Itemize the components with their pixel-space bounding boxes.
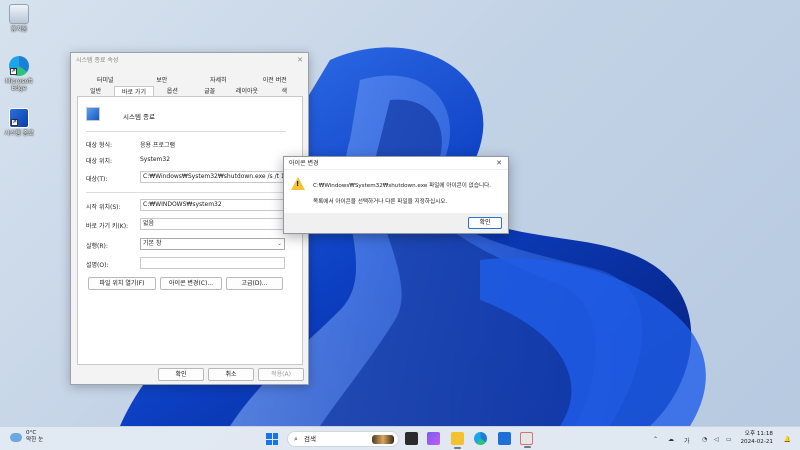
file-explorer-icon[interactable]	[451, 432, 464, 449]
dialog-ok-button[interactable]: 확인	[468, 217, 502, 229]
shortcut-arrow-icon: ↗	[10, 68, 17, 75]
dialog-message: C:₩Windows₩System32₩shutdown.exe 파일에 아이콘…	[313, 183, 492, 189]
chevron-down-icon: ⌄	[276, 240, 282, 247]
desktop-icon-recycle-bin[interactable]: 휴지통	[2, 4, 36, 33]
battery-icon[interactable]: ▭	[726, 436, 732, 443]
shortcut-key-field[interactable]: 없음	[140, 218, 285, 230]
paint-icon[interactable]	[520, 432, 533, 448]
warning-icon: !	[291, 177, 305, 190]
shortcut-key-label: 바로 가기 키(K):	[86, 223, 129, 230]
shortcut-icon: ↗	[9, 108, 29, 128]
divider	[86, 192, 286, 193]
edge-icon[interactable]	[474, 432, 487, 445]
tab-details[interactable]: 자세히	[190, 75, 247, 86]
clock-date: 2024-02-21	[740, 439, 773, 445]
run-select[interactable]: 기본 창 ⌄	[140, 238, 285, 250]
desktop-icon-label: Microsoft Edge	[5, 78, 33, 92]
close-icon[interactable]: ✕	[496, 157, 502, 170]
chevron-up-icon[interactable]: ⌃	[653, 436, 658, 443]
run-select-value: 기본 창	[143, 240, 162, 247]
onedrive-icon[interactable]: ☁	[668, 436, 674, 443]
advanced-button[interactable]: 고급(D)...	[226, 277, 283, 290]
tab-font[interactable]: 글꼴	[191, 86, 228, 96]
dialog-titlebar: 아이콘 변경 ✕	[284, 157, 508, 170]
target-type-label: 대상 형식:	[86, 142, 113, 149]
shortcut-app-icon	[86, 107, 100, 121]
tab-security[interactable]: 보안	[134, 75, 191, 86]
search-highlight-image	[372, 435, 394, 444]
shortcut-arrow-icon: ↗	[11, 119, 18, 126]
properties-window: 시스템 종료 속성 ✕ 터미널 보안 자세히 이전 버전 일반 바로 가기 옵션…	[70, 52, 309, 385]
task-view-icon[interactable]	[405, 432, 418, 445]
tab-row-2: 일반 바로 가기 옵션 글꼴 레이아웃 색	[77, 86, 303, 97]
tab-previous-versions[interactable]: 이전 버전	[247, 75, 304, 86]
target-location-label: 대상 위치:	[86, 158, 113, 165]
target-field[interactable]: C:₩Windows₩System32₩shutdown.exe /s /t 1	[140, 171, 285, 183]
search-icon: ⌕	[294, 435, 298, 443]
clock[interactable]: 오후 11:18 2024-02-21	[740, 430, 773, 446]
shortcut-name: 시스템 종료	[123, 113, 155, 121]
start-in-label: 시작 위치(S):	[86, 204, 121, 211]
close-icon[interactable]: ✕	[297, 53, 303, 68]
comment-label: 설명(O):	[86, 262, 109, 269]
tab-shortcut[interactable]: 바로 가기	[114, 86, 154, 96]
store-icon[interactable]	[498, 432, 511, 445]
volume-icon[interactable]: ◁	[714, 436, 719, 443]
window-titlebar: 시스템 종료 속성 ✕	[71, 53, 308, 68]
start-button[interactable]	[266, 433, 278, 445]
tab-layout[interactable]: 레이아웃	[228, 86, 265, 96]
desktop-icon-edge[interactable]: ↗ Microsoft Edge	[2, 56, 36, 92]
tab-terminal[interactable]: 터미널	[77, 75, 134, 86]
snow-cloud-icon	[10, 433, 22, 442]
chat-icon[interactable]	[427, 432, 440, 445]
search-box[interactable]: ⌕ 검색	[287, 431, 399, 447]
window-title: 시스템 종료 속성	[76, 57, 119, 64]
cancel-button[interactable]: 취소	[208, 368, 254, 381]
dialog-footer: 확인	[284, 213, 508, 233]
desktop-icon-label: 시스템 종료	[4, 130, 34, 137]
shortcut-tab-panel: 시스템 종료 대상 형식: 응용 프로그램 대상 위치: System32 대상…	[77, 97, 303, 365]
dialog-title: 아이콘 변경	[289, 160, 319, 167]
divider	[86, 131, 286, 132]
tab-row-1: 터미널 보안 자세히 이전 버전	[77, 75, 303, 86]
weather-description: 약한 눈	[26, 437, 44, 443]
language-icon[interactable]: 가	[684, 436, 690, 445]
weather-temperature: 0°C	[26, 430, 37, 436]
desktop-icon-label: 휴지통	[10, 26, 28, 33]
tab-general[interactable]: 일반	[77, 86, 114, 96]
tab-options[interactable]: 옵션	[154, 86, 191, 96]
search-placeholder: 검색	[304, 435, 316, 443]
apply-button[interactable]: 적용(A)	[258, 368, 304, 381]
target-type-value: 응용 프로그램	[140, 142, 176, 149]
recycle-bin-icon	[9, 4, 29, 24]
change-icon-error-dialog: 아이콘 변경 ✕ ! C:₩Windows₩System32₩shutdown.…	[283, 156, 509, 234]
windows-logo-icon	[266, 433, 272, 439]
target-label: 대상(T):	[86, 176, 108, 183]
wifi-icon[interactable]: ◔	[702, 436, 707, 443]
dialog-message-hint: 목록에서 아이콘을 선택하거나 다른 파일을 지정하십시오.	[313, 199, 448, 205]
target-location-value: System32	[140, 156, 171, 163]
run-label: 실행(R):	[86, 243, 108, 250]
ok-button[interactable]: 확인	[158, 368, 204, 381]
start-in-field[interactable]: C:₩WINDOWS₩system32	[140, 199, 285, 211]
edge-icon: ↗	[9, 56, 29, 76]
change-icon-button[interactable]: 아이콘 변경(C)...	[160, 277, 222, 290]
taskbar: 0°C 약한 눈 ⌕ 검색 ⌃ ☁ 가 ◔ ◁ ▭ 오후 11:18 2024-…	[0, 426, 800, 450]
tab-colors[interactable]: 색	[266, 86, 303, 96]
notification-bell-icon[interactable]: 🔔	[784, 436, 791, 443]
comment-field[interactable]	[140, 257, 285, 269]
open-file-location-button[interactable]: 파일 위치 열기(F)	[88, 277, 156, 290]
desktop-icon-shutdown[interactable]: ↗ 시스템 종료	[2, 108, 36, 137]
clock-time: 오후 11:18	[744, 431, 773, 437]
